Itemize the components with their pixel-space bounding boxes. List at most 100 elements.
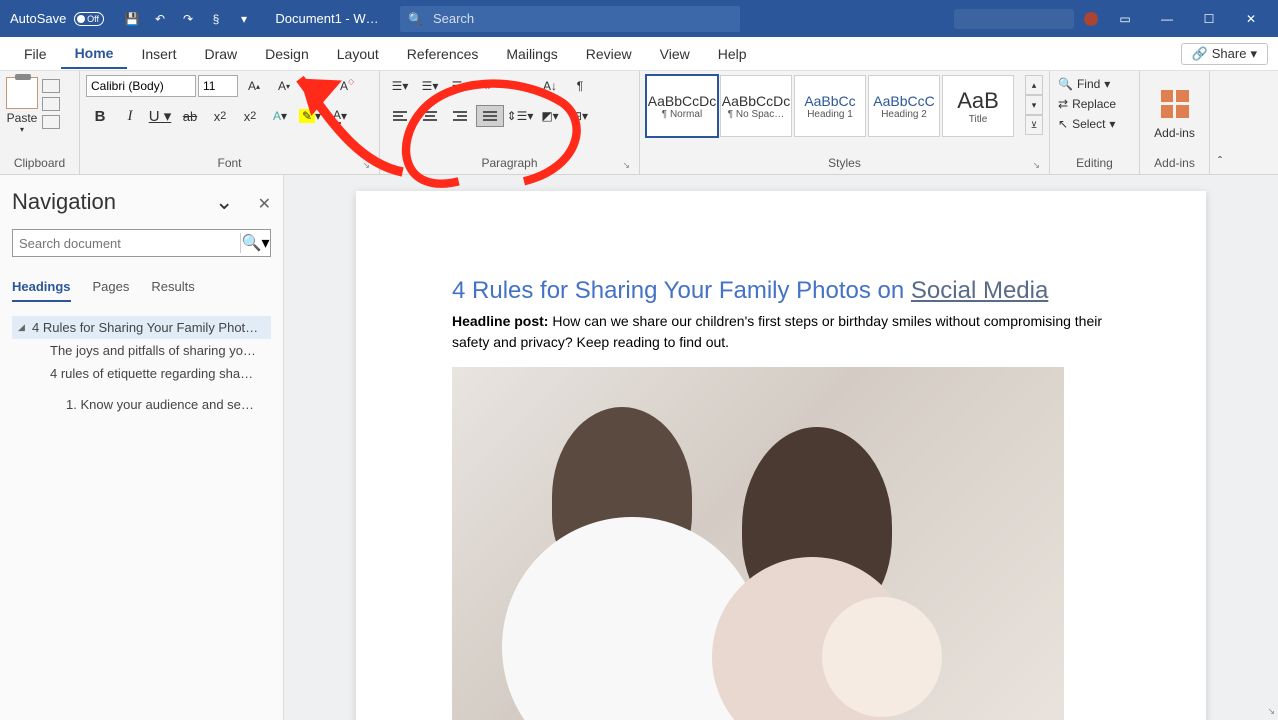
clear-format-icon[interactable]: A◇ bbox=[330, 75, 358, 97]
nav-tab-results[interactable]: Results bbox=[151, 279, 194, 302]
multilevel-icon[interactable]: ☰▾ bbox=[446, 75, 474, 97]
align-right-icon[interactable] bbox=[446, 105, 474, 127]
close-icon[interactable]: ✕ bbox=[1244, 12, 1258, 26]
replace-button[interactable]: ⇄Replace bbox=[1056, 95, 1118, 113]
menu-references[interactable]: References bbox=[393, 40, 493, 68]
touch-mode-icon[interactable]: § bbox=[208, 11, 224, 27]
maximize-icon[interactable]: ☐ bbox=[1202, 12, 1216, 26]
nav-search-input[interactable] bbox=[13, 236, 240, 251]
menu-layout[interactable]: Layout bbox=[323, 40, 393, 68]
highlight-icon[interactable]: ✎▾ bbox=[296, 105, 324, 127]
justify-icon[interactable] bbox=[476, 105, 504, 127]
shrink-font-icon[interactable]: A▾ bbox=[270, 75, 298, 97]
search-box[interactable]: 🔍 bbox=[400, 6, 740, 32]
change-case-icon[interactable]: Aa▾ bbox=[300, 75, 328, 97]
autosave-toggle[interactable]: AutoSave Off bbox=[0, 11, 114, 27]
doc-heading[interactable]: 4 Rules for Sharing Your Family Photos o… bbox=[452, 277, 1110, 305]
find-icon: 🔍 bbox=[1058, 77, 1073, 91]
font-name-select[interactable] bbox=[86, 75, 196, 97]
menu-review[interactable]: Review bbox=[572, 40, 646, 68]
styles-expand-icon[interactable]: ⊻ bbox=[1025, 115, 1043, 135]
recording-icon bbox=[1084, 12, 1098, 26]
grow-font-icon[interactable]: A▴ bbox=[240, 75, 268, 97]
doc-image[interactable] bbox=[452, 367, 1064, 720]
nav-search[interactable]: 🔍▾ bbox=[12, 229, 271, 257]
superscript-button[interactable]: x2 bbox=[236, 105, 264, 127]
nav-tab-pages[interactable]: Pages bbox=[93, 279, 130, 302]
line-spacing-icon[interactable]: ⇕☰▾ bbox=[506, 105, 534, 127]
increase-indent-icon[interactable]: ⇥ bbox=[506, 75, 534, 97]
addins-button[interactable]: Add-ins bbox=[1146, 75, 1203, 154]
nav-search-icon[interactable]: 🔍▾ bbox=[240, 233, 270, 253]
document-area[interactable]: 4 Rules for Sharing Your Family Photos o… bbox=[284, 175, 1278, 720]
nav-heading-item[interactable]: 1. Know your audience and se… bbox=[12, 393, 271, 416]
chevron-down-icon: ▾ bbox=[1250, 46, 1257, 62]
page: 4 Rules for Sharing Your Family Photos o… bbox=[356, 191, 1206, 720]
nav-heading-item[interactable]: ◢4 Rules for Sharing Your Family Phot… bbox=[12, 316, 271, 339]
nav-tab-headings[interactable]: Headings bbox=[12, 279, 71, 302]
search-icon: 🔍 bbox=[408, 12, 423, 26]
borders-icon[interactable]: ⊞▾ bbox=[566, 105, 594, 127]
styles-scroll-down-icon[interactable]: ▾ bbox=[1025, 95, 1043, 115]
minimize-icon[interactable]: — bbox=[1160, 12, 1174, 26]
sort-icon[interactable]: A↓ bbox=[536, 75, 564, 97]
styles-scroll-up-icon[interactable]: ▴ bbox=[1025, 75, 1043, 95]
share-button[interactable]: 🔗 Share ▾ bbox=[1181, 43, 1268, 65]
font-size-select[interactable] bbox=[198, 75, 238, 97]
undo-icon[interactable]: ↶ bbox=[152, 11, 168, 27]
menu-insert[interactable]: Insert bbox=[127, 40, 190, 68]
select-button[interactable]: ↖Select ▾ bbox=[1056, 115, 1117, 133]
format-painter-icon[interactable] bbox=[42, 115, 60, 129]
find-button[interactable]: 🔍Find ▾ bbox=[1056, 75, 1112, 93]
style-box[interactable]: AaBTitle bbox=[942, 75, 1014, 137]
menu-file[interactable]: File bbox=[10, 40, 61, 68]
ribbon-display-icon[interactable]: ▭ bbox=[1118, 12, 1132, 26]
qat-dropdown-icon[interactable]: ▾ bbox=[236, 11, 252, 27]
subscript-button[interactable]: x2 bbox=[206, 105, 234, 127]
save-icon[interactable]: 💾 bbox=[124, 11, 140, 27]
numbering-icon[interactable]: ☰▾ bbox=[416, 75, 444, 97]
account-area[interactable] bbox=[954, 9, 1074, 29]
styles-launcher-icon[interactable]: ↘ bbox=[1032, 160, 1040, 171]
nav-options-icon[interactable]: ⌄ bbox=[215, 189, 233, 214]
align-center-icon[interactable] bbox=[416, 105, 444, 127]
text-effects-icon[interactable]: A▾ bbox=[266, 105, 294, 127]
nav-close-icon[interactable]: ✕ bbox=[258, 196, 271, 213]
font-launcher-icon[interactable]: ↘ bbox=[362, 160, 370, 171]
cut-icon[interactable] bbox=[42, 79, 60, 93]
bold-button[interactable]: B bbox=[86, 105, 114, 127]
doc-paragraph[interactable]: Headline post: How can we share our chil… bbox=[452, 311, 1110, 353]
collapse-ribbon-icon[interactable]: ˆ bbox=[1210, 71, 1230, 174]
show-marks-icon[interactable]: ¶ bbox=[566, 75, 594, 97]
decrease-indent-icon[interactable]: ⇤ bbox=[476, 75, 504, 97]
menu-mailings[interactable]: Mailings bbox=[492, 40, 571, 68]
bullets-icon[interactable]: ☰▾ bbox=[386, 75, 414, 97]
shading-icon[interactable]: ◩▾ bbox=[536, 105, 564, 127]
copy-icon[interactable] bbox=[42, 97, 60, 111]
style-box[interactable]: AaBbCcHeading 1 bbox=[794, 75, 866, 137]
align-left-icon[interactable] bbox=[386, 105, 414, 127]
menu-draw[interactable]: Draw bbox=[190, 40, 251, 68]
style-box[interactable]: AaBbCcDc¶ Normal bbox=[646, 75, 718, 137]
font-color-icon[interactable]: A▾ bbox=[326, 105, 354, 127]
underline-button[interactable]: U ▾ bbox=[146, 105, 174, 127]
editing-group: 🔍Find ▾ ⇄Replace ↖Select ▾ Editing bbox=[1050, 71, 1140, 174]
nav-heading-item[interactable]: ◢ bbox=[12, 385, 271, 393]
nav-heading-item[interactable]: 4 rules of etiquette regarding sha… bbox=[12, 362, 271, 385]
search-input[interactable] bbox=[433, 11, 732, 26]
paragraph-launcher-icon[interactable]: ↘ bbox=[622, 160, 630, 171]
nav-heading-item[interactable]: The joys and pitfalls of sharing yo… bbox=[12, 339, 271, 362]
menu-bar: File Home Insert Draw Design Layout Refe… bbox=[0, 37, 1278, 71]
redo-icon[interactable]: ↷ bbox=[180, 11, 196, 27]
strikethrough-button[interactable]: ab bbox=[176, 105, 204, 127]
menu-view[interactable]: View bbox=[646, 40, 704, 68]
menu-home[interactable]: Home bbox=[61, 39, 128, 69]
workspace: Navigation ⌄ ✕ 🔍▾ Headings Pages Results… bbox=[0, 175, 1278, 720]
menu-help[interactable]: Help bbox=[704, 40, 761, 68]
style-box[interactable]: AaBbCcDc¶ No Spac… bbox=[720, 75, 792, 137]
style-box[interactable]: AaBbCcCHeading 2 bbox=[868, 75, 940, 137]
menu-design[interactable]: Design bbox=[251, 40, 323, 68]
doc-heading-link[interactable]: Social Media bbox=[911, 277, 1048, 304]
italic-button[interactable]: I bbox=[116, 105, 144, 127]
paste-button[interactable]: Paste ▾ bbox=[6, 75, 38, 134]
